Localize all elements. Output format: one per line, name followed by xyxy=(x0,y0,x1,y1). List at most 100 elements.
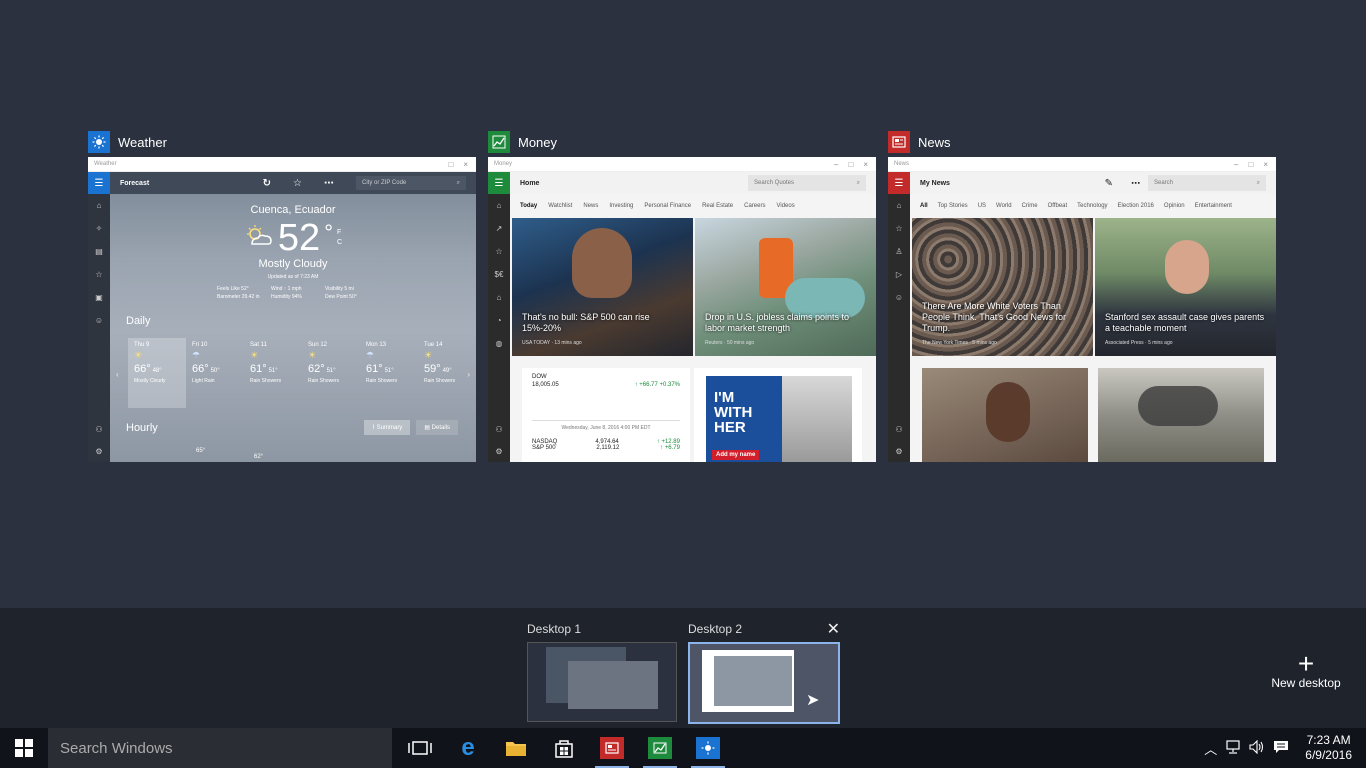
story-photo xyxy=(1138,386,1218,426)
close-desktop-button[interactable]: ✕ xyxy=(827,619,840,639)
news-window-preview[interactable]: News – □ × ☰ ⌂ ☆ ♙ ▷ ☺ ⚇ ⚙ My News ✎ ⋯ Sea… xyxy=(888,157,1276,462)
close-icon: × xyxy=(863,159,868,169)
store-button[interactable] xyxy=(540,728,588,768)
network-icon[interactable] xyxy=(1225,739,1241,757)
day-name: Tue 14 xyxy=(424,342,443,348)
desktop-2[interactable]: Desktop 2 ✕ ➤ xyxy=(688,616,840,724)
tab-world: World xyxy=(996,203,1012,209)
search-icon: ⌕ xyxy=(856,179,860,186)
day-low: 51° xyxy=(326,368,336,374)
money-window-thumbnail[interactable]: Money Money – □ × ☰ ⌂ ↗ ☆ $€ ⌂ ◔ ◍ ⚇ ⚙ Hom… xyxy=(488,129,876,462)
mouse-cursor-icon: ➤ xyxy=(806,692,820,709)
market-quotes-card: DOW 18,005.05 ↑ +66.77 +0.37% Wednesday,… xyxy=(522,368,690,462)
detail-item: Visibility 5 mi xyxy=(325,286,354,292)
task-view-icon xyxy=(408,741,432,755)
dow-value: 18,005.05 xyxy=(532,382,559,388)
weather-window-header[interactable]: Weather xyxy=(88,129,476,155)
new-desktop-button[interactable]: + New desktop xyxy=(1268,650,1344,691)
more-icon: ⋯ xyxy=(324,177,334,189)
money-window-header[interactable]: Money xyxy=(488,129,876,155)
day-high: 61° xyxy=(250,363,267,375)
weather-taskbar-button[interactable] xyxy=(684,728,732,768)
news-window-thumbnail[interactable]: News News – □ × ☰ ⌂ ☆ ♙ ▷ ☺ ⚇ ⚙ My News ✎ … xyxy=(888,129,1276,462)
tab-entertainment: Entertainment xyxy=(1194,203,1232,209)
story-photo xyxy=(572,228,632,298)
chevron-right-icon: › xyxy=(467,370,470,379)
unit-celsius: C xyxy=(337,239,343,246)
local-icon: ♙ xyxy=(895,247,903,256)
day-card: Sat 11 ☀ 61° 51° Rain Showers xyxy=(244,338,302,408)
chevron-up-icon[interactable]: ︿ xyxy=(1204,739,1217,758)
user-icon: ⚇ xyxy=(895,425,903,434)
favorites-icon: ☆ xyxy=(895,224,903,233)
ad-line: WITH xyxy=(714,404,753,421)
desktop-2-label: Desktop 2 xyxy=(688,622,743,636)
clock-date: 6/9/2016 xyxy=(1305,748,1352,762)
trend-icon: ↗ xyxy=(495,224,503,233)
unit-fahrenheit: F xyxy=(337,229,342,236)
day-name: Sat 11 xyxy=(250,342,267,348)
money-taskbar-button[interactable] xyxy=(636,728,684,768)
news-nav-tabs: All Top Stories US World Crime Offbeat T… xyxy=(910,194,1276,218)
taskbar-search-box[interactable]: Search Windows xyxy=(48,728,392,768)
story-source: The New York Times · 5 mins ago xyxy=(922,340,997,346)
tab-personal-finance: Personal Finance xyxy=(644,203,692,209)
restore-icon: □ xyxy=(848,159,854,169)
money-window-preview[interactable]: Money – □ × ☰ ⌂ ↗ ☆ $€ ⌂ ◔ ◍ ⚇ ⚙ Home Sear… xyxy=(488,157,876,462)
partly-cloudy-icon: ☀ xyxy=(134,350,143,360)
dow-change: ↑ +66.77 +0.37% xyxy=(634,382,680,388)
task-view-button[interactable] xyxy=(396,728,444,768)
taskbar: Search Windows e ︿ 7:23 AM 6/9/2016 xyxy=(0,728,1366,768)
news-taskbar-button[interactable] xyxy=(588,728,636,768)
tab-crime: Crime xyxy=(1021,203,1038,209)
summary-tab: ⌇ Summary xyxy=(364,420,411,435)
weather-search-box: City or ZIP Code ⌕ xyxy=(356,176,466,190)
story-source: Reuters · 50 mins ago xyxy=(705,340,755,346)
hourly-temp: 62° xyxy=(254,454,264,460)
ad-photo xyxy=(782,376,852,462)
tab-offbeat: Offbeat xyxy=(1047,203,1068,209)
volume-icon[interactable] xyxy=(1249,739,1265,757)
current-temperature: 52 xyxy=(277,217,321,259)
sp500-value: 2,119.12 xyxy=(596,445,620,451)
desktop-2-thumbnail[interactable]: ➤ xyxy=(688,642,840,724)
start-button[interactable] xyxy=(0,728,48,768)
restore-icon: □ xyxy=(448,159,454,169)
sp500-change: ↑ +6.79 xyxy=(660,445,680,451)
story-tile: That's no bull: S&P 500 can rise 15%-20%… xyxy=(512,218,693,356)
day-high: 59° xyxy=(424,363,441,375)
rain-icon: ☂ xyxy=(192,350,201,360)
taskbar-clock[interactable]: 7:23 AM 6/9/2016 xyxy=(1305,733,1352,763)
daily-heading: Daily xyxy=(126,315,151,327)
action-center-icon[interactable] xyxy=(1273,740,1289,757)
tab-watchlist: Watchlist xyxy=(548,203,573,209)
news-window-header[interactable]: News xyxy=(888,129,1276,155)
home-icon: ⌂ xyxy=(496,201,502,210)
weather-window-thumbnail[interactable]: Weather Weather □ × ☰ ⌂ ✧ ▤ ☆ ▣ ☺ ⚇ ⚙ For… xyxy=(88,129,476,462)
minimize-icon: – xyxy=(834,159,839,169)
edge-button[interactable]: e xyxy=(444,728,492,768)
weather-nav-rail: ☰ ⌂ ✧ ▤ ☆ ▣ ☺ ⚇ ⚙ xyxy=(88,172,110,462)
settings-icon: ⚙ xyxy=(95,447,103,456)
day-high: 61° xyxy=(366,363,383,375)
weather-window-preview[interactable]: Weather □ × ☰ ⌂ ✧ ▤ ☆ ▣ ☺ ⚇ ⚙ Forecast ↻ … xyxy=(88,157,476,462)
story-tile: Stanford sex assault case gives parents … xyxy=(1095,218,1276,356)
hourly-temp: 65° xyxy=(196,448,206,454)
dow-label: DOW xyxy=(532,374,547,380)
day-high: 66° xyxy=(134,363,151,375)
detail-item: Feels Like 52° xyxy=(217,286,249,292)
folder-icon xyxy=(506,742,526,756)
money-nav-tabs: Today Watchlist News Investing Personal … xyxy=(510,194,876,218)
hourly-heading: Hourly xyxy=(126,422,158,434)
desktop-1-thumbnail[interactable] xyxy=(527,642,677,722)
tab-technology: Technology xyxy=(1077,203,1108,209)
tab-videos: Videos xyxy=(776,203,795,209)
weather-condition: Mostly Cloudy xyxy=(258,258,328,270)
weather-app-icon xyxy=(88,131,110,153)
file-explorer-button[interactable] xyxy=(492,728,540,768)
story-source: USA TODAY · 13 mins ago xyxy=(522,340,582,346)
day-high: 62° xyxy=(308,363,325,375)
desktop-1[interactable]: Desktop 1 xyxy=(527,616,677,722)
day-condition: Rain Showers xyxy=(308,378,340,384)
close-icon: × xyxy=(1263,159,1268,169)
